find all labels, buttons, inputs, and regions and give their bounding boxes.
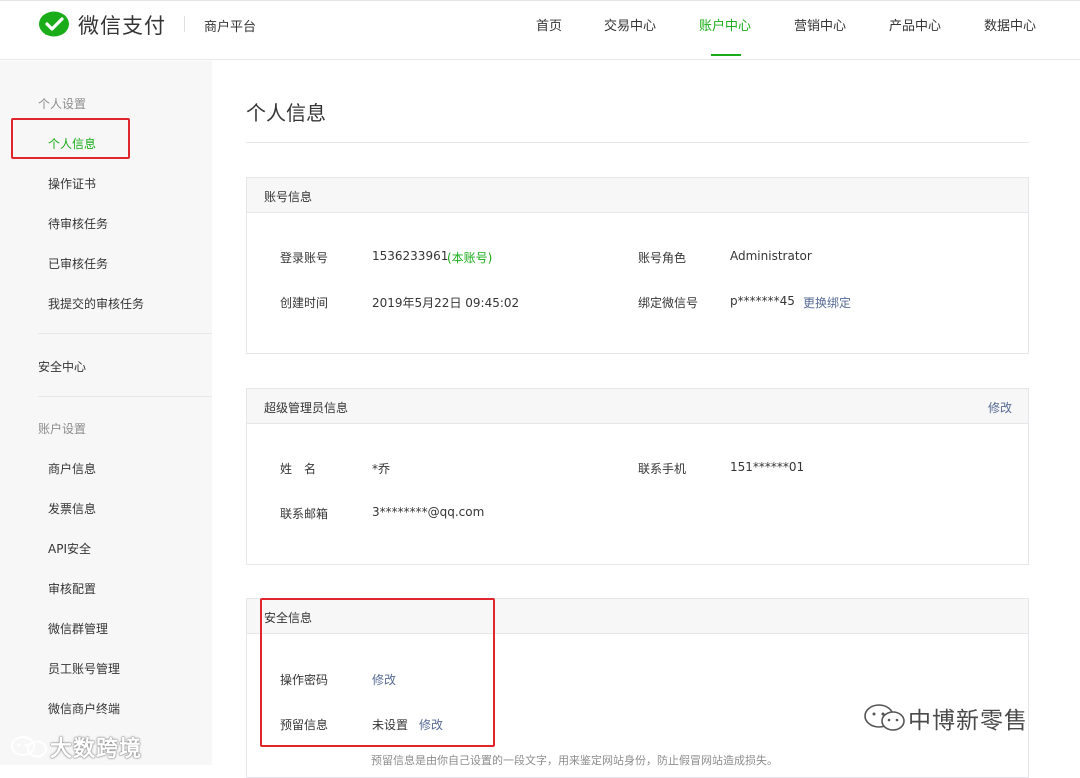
login-account-label: 登录账号 <box>280 251 329 265</box>
current-account-tag: (本账号) <box>447 251 493 265</box>
main-nav: 首页 交易中心 账户中心 营销中心 产品中心 数据中心 <box>0 15 1080 61</box>
watermark-right: 中博新零售 <box>862 701 1028 735</box>
title-divider <box>246 142 1029 143</box>
panel-title: 超级管理员信息 <box>264 401 349 415</box>
sidebar-item-merchant-terminal[interactable]: 微信商户终端 <box>48 700 120 717</box>
sidebar-item-security-center[interactable]: 安全中心 <box>38 358 86 375</box>
sidebar-divider <box>38 396 212 397</box>
active-nav-indicator <box>711 54 741 56</box>
nav-account-center[interactable]: 账户中心 <box>699 15 751 34</box>
sidebar-item-invoice-info[interactable]: 发票信息 <box>48 500 96 517</box>
sidebar-group-personal: 个人设置 <box>38 97 87 111</box>
name-value: *乔 <box>372 462 391 476</box>
page-title: 个人信息 <box>246 101 326 125</box>
bound-wechat-value: p*******45 <box>730 294 795 308</box>
top-bar: 微信支付 商户平台 首页 交易中心 账户中心 营销中心 产品中心 数据中心 <box>0 0 1080 60</box>
watermark-right-text: 中博新零售 <box>908 708 1028 734</box>
account-role-label: 账号角色 <box>638 251 687 265</box>
edit-admin-link[interactable]: 修改 <box>988 399 1012 416</box>
login-account-value: 1536233961 <box>372 249 449 263</box>
sidebar-item-submitted-tasks[interactable]: 我提交的审核任务 <box>48 295 144 312</box>
nav-products[interactable]: 产品中心 <box>889 15 941 34</box>
highlight-box-security <box>260 598 495 747</box>
nav-transactions[interactable]: 交易中心 <box>604 15 656 34</box>
email-label: 联系邮箱 <box>280 507 329 521</box>
account-role-value: Administrator <box>730 249 812 263</box>
sidebar-item-merchant-info[interactable]: 商户信息 <box>48 460 96 477</box>
wechat-icon <box>864 704 905 731</box>
highlight-box-sidebar <box>11 118 130 159</box>
created-time-value: 2019年5月22日 09:45:02 <box>372 296 520 310</box>
change-binding-link[interactable]: 更换绑定 <box>803 294 851 311</box>
panel-header: 超级管理员信息 修改 <box>247 389 1028 424</box>
nav-home[interactable]: 首页 <box>536 15 562 34</box>
sidebar-divider <box>38 333 212 334</box>
nav-marketing[interactable]: 营销中心 <box>794 15 846 34</box>
phone-value: 151******01 <box>730 460 805 474</box>
created-time-label: 创建时间 <box>280 296 329 310</box>
sidebar-item-staff-accounts[interactable]: 员工账号管理 <box>48 660 120 677</box>
panel-header: 账号信息 <box>247 178 1028 213</box>
watermark-left: 大数跨境 <box>10 731 142 763</box>
chat-bubble-icon <box>11 736 47 758</box>
phone-label: 联系手机 <box>638 462 687 476</box>
panel-title: 账号信息 <box>264 190 313 204</box>
name-label: 姓 名 <box>280 462 317 476</box>
sidebar-group-account: 账户设置 <box>38 422 87 436</box>
bound-wechat-label: 绑定微信号 <box>638 296 699 310</box>
sidebar-item-pending-tasks[interactable]: 待审核任务 <box>48 215 108 232</box>
sidebar-item-api-security[interactable]: API安全 <box>48 540 91 557</box>
reserved-info-hint: 预留信息是由你自己设置的一段文字，用来鉴定网站身份，防止假冒网站造成损失。 <box>371 754 778 767</box>
sidebar-item-certificate[interactable]: 操作证书 <box>48 175 96 192</box>
email-value: 3********@qq.com <box>372 505 485 519</box>
watermark-left-text: 大数跨境 <box>50 737 143 762</box>
nav-data-center[interactable]: 数据中心 <box>984 15 1036 34</box>
sidebar-item-review-config[interactable]: 审核配置 <box>48 580 96 597</box>
sidebar-item-reviewed-tasks[interactable]: 已审核任务 <box>48 255 108 272</box>
sidebar-item-wechat-group[interactable]: 微信群管理 <box>48 620 108 637</box>
